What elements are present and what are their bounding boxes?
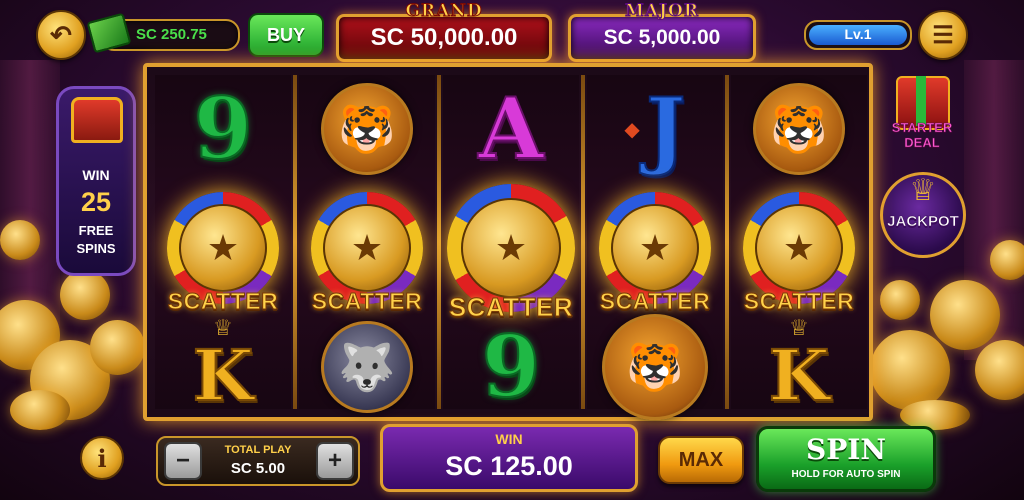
free-spins-count: 25 [80,187,112,217]
tiger-icon: 🐯 [321,83,413,175]
king-symbol: K [192,334,255,417]
back-button[interactable]: ↶ [36,10,86,60]
free-spins-win-label: WIN [82,167,110,183]
increase-bet-button[interactable]: + [316,442,354,480]
reel-divider [437,75,441,409]
reel-2-scatter: ★ SCATTER [299,183,435,315]
total-play-panel: − TOTAL PLAY SC 5.00 + [156,436,360,486]
reel-2-top-symbol: 🐯 [299,75,435,183]
reel-4-scatter: ★ SCATTER [587,183,723,315]
grand-value: SC 50,000.00 [370,24,518,51]
minus-icon: − [175,447,190,474]
reel-3-top-symbol: A [443,75,579,183]
king-symbol: K [768,334,831,417]
ace-symbol: A [477,79,544,178]
treasure-chest-icon [71,97,123,143]
free-spins-label-2: SPINS [76,241,116,256]
grand-jackpot: GRAND SC 50,000.00 [336,1,552,62]
reel-1-top-symbol: 9 [155,75,291,183]
max-bet-button[interactable]: MAX [658,436,744,484]
crown-icon: ♕ [213,315,233,340]
buy-label: BUY [266,24,305,45]
scatter-label: SCATTER [599,288,711,315]
tiger-icon: 🐯 [602,314,708,420]
reel-3-scatter: ★ SCATTER [443,175,579,323]
decrease-bet-button[interactable]: − [164,442,202,480]
buy-button[interactable]: BUY [248,13,324,57]
win-label: WIN [495,431,523,447]
scatter-label: SCATTER [167,288,279,315]
info-button[interactable]: i [80,436,124,480]
reel-divider [293,75,297,409]
major-value: SC 5,000.00 [603,26,721,49]
reel-1-bottom-symbol: ♕ K [155,313,291,421]
reel-1-scatter: ★ SCATTER [155,183,291,315]
scatter-label: SCATTER [743,288,855,315]
reel-area[interactable]: 9 ★ SCATTER ♕ K 🐯 ★ SCATTER 🐺 A ★ SCATTE… [143,63,873,421]
spin-button[interactable]: SPIN HOLD FOR AUTO SPIN [756,426,936,492]
reel-5: 🐯 ★ SCATTER ♕ K [731,75,867,412]
starter-deal-label: STARTER DEAL [891,120,953,151]
back-arrow-icon: ↶ [50,19,72,50]
reel-5-top-symbol: 🐯 [731,75,867,183]
reel-3-bottom-symbol: 9 [443,313,579,421]
reel-4-top-symbol: ◆ J [587,75,723,183]
reel-5-bottom-symbol: ♕ K [731,313,867,421]
total-play-label: TOTAL PLAY [224,444,292,456]
menu-icon: ☰ [932,21,954,49]
reel-3: A ★ SCATTER 9 [443,75,579,410]
nine-symbol: 9 [193,79,253,178]
spin-label: SPIN [806,433,886,466]
major-title: MAJOR [625,1,699,22]
level-pill: Lv.1 [804,20,912,50]
nine-symbol: 9 [481,317,541,416]
crown-icon: ♕ [789,315,809,340]
reel-4: ◆ J ★ SCATTER 🐯 [587,75,723,420]
cash-stack-icon [86,12,132,54]
info-icon: i [97,443,107,473]
reel-divider [725,75,729,409]
scatter-label: SCATTER [311,288,423,315]
reel-2: 🐯 ★ SCATTER 🐺 [299,75,435,413]
gift-ribbon [916,76,926,126]
wolf-icon: 🐺 [321,321,413,413]
grand-title: GRAND [405,1,483,22]
diamond-suit-icon: ◆ [624,118,640,141]
reel-5-scatter: ★ SCATTER [731,183,867,315]
win-display: WIN SC 125.00 [380,424,638,492]
tiger-icon: 🐯 [753,83,845,175]
auto-spin-hint: HOLD FOR AUTO SPIN [791,469,901,480]
plus-icon: + [327,447,342,474]
jackpot-label: JACKPOT [887,213,959,231]
jackpot-button[interactable]: ♕ JACKPOT [880,172,966,258]
balance-value: SC 250.75 [136,26,207,43]
win-value: SC 125.00 [445,451,573,481]
balance-pill: SC 250.75 [86,12,240,54]
total-play-value: SC 5.00 [230,460,286,477]
level-text: Lv.1 [844,26,872,42]
reel-4-bottom-symbol: 🐯 [587,313,723,421]
max-label: MAX [678,448,724,471]
free-spins-panel[interactable]: WIN 25 FREE SPINS [56,86,136,276]
reel-divider [581,75,585,409]
menu-button[interactable]: ☰ [918,10,968,60]
crown-icon: ♕ [909,174,937,207]
reel-2-bottom-symbol: 🐺 [299,313,435,421]
major-jackpot: MAJOR SC 5,000.00 [568,1,756,62]
reel-1: 9 ★ SCATTER ♕ K [155,75,291,412]
starter-deal-button[interactable]: STARTER DEAL [876,72,968,152]
jack-symbol: J [645,79,687,178]
free-spins-label-1: FREE [78,223,114,238]
